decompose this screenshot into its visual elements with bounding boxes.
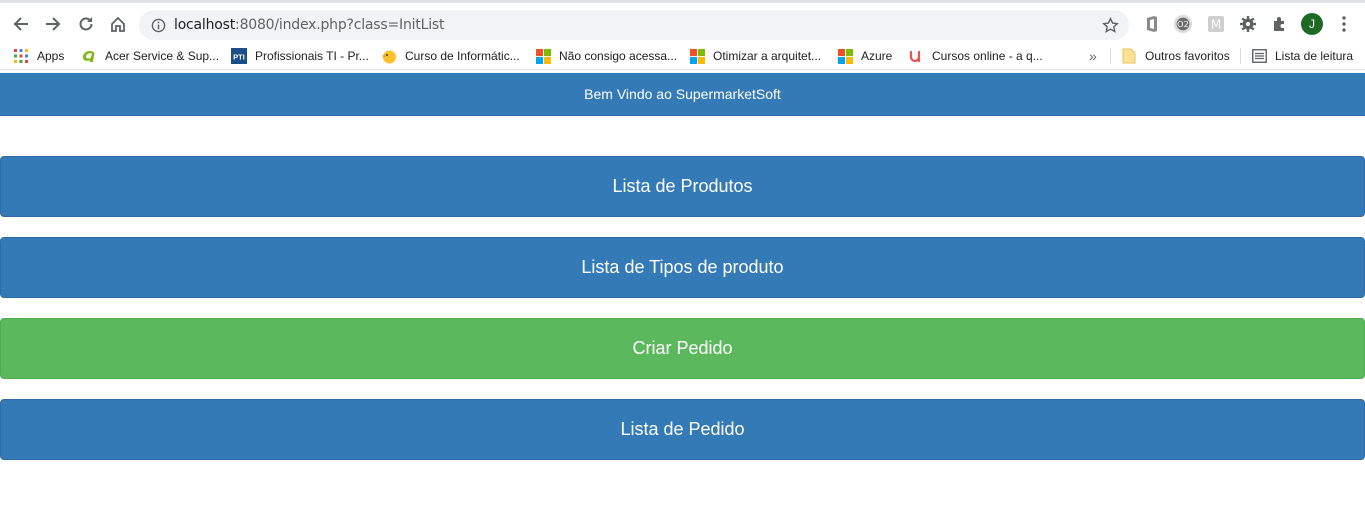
- bookmark-label: Curso de Informátic...: [405, 49, 520, 63]
- bookmark-star-icon[interactable]: [1101, 16, 1119, 34]
- bookmarks-separator: [1110, 48, 1111, 64]
- acer-icon: [81, 48, 97, 64]
- bookmarks-separator: [1240, 48, 1241, 64]
- bookmark-outros-favoritos[interactable]: Outros favoritos: [1121, 46, 1230, 66]
- extensions-puzzle-icon[interactable]: [1270, 14, 1290, 34]
- reading-list-button[interactable]: Lista de leitura: [1251, 46, 1353, 66]
- url-path: :8080/index.php?class=InitList: [235, 17, 445, 33]
- bookmark-otimizar[interactable]: Otimizar a arquitet...: [689, 46, 821, 66]
- svg-text:M: M: [1211, 18, 1221, 32]
- extension-m-icon[interactable]: M: [1206, 14, 1226, 34]
- criar-pedido-button[interactable]: Criar Pedido: [0, 318, 1365, 379]
- bookmark-label: Apps: [37, 49, 65, 63]
- microsoft-icon: [689, 48, 705, 64]
- bookmark-apps[interactable]: Apps: [13, 46, 64, 66]
- udemy-icon: [908, 48, 924, 64]
- back-arrow-icon[interactable]: [8, 11, 34, 37]
- address-bar[interactable]: localhost:8080/index.php?class=InitList: [139, 10, 1129, 40]
- bookmark-label: Outros favoritos: [1145, 49, 1230, 63]
- lista-tipos-produto-button[interactable]: Lista de Tipos de produto: [0, 237, 1365, 298]
- bookmark-cursos-online[interactable]: Cursos online - a q...: [908, 46, 1043, 66]
- profile-avatar[interactable]: J: [1301, 13, 1323, 35]
- reload-icon[interactable]: [73, 11, 99, 37]
- svg-text:O2: O2: [1177, 19, 1189, 29]
- microsoft-icon: [535, 48, 551, 64]
- url-host: localhost: [174, 17, 236, 33]
- bookmarks-bar: Apps Acer Service & Sup... PTI Profissio…: [0, 43, 1365, 70]
- bookmarks-overflow-button[interactable]: »: [1089, 46, 1097, 66]
- url-text: localhost:8080/index.php?class=InitList: [174, 17, 444, 33]
- site-info-icon[interactable]: [150, 17, 166, 33]
- bookmark-label: Otimizar a arquitet...: [713, 49, 822, 63]
- bookmark-curso-informatica[interactable]: Curso de Informátic...: [381, 46, 520, 66]
- navbar-title: Bem Vindo ao SupermarketSoft: [584, 86, 781, 102]
- bookmark-label: Azure: [861, 49, 893, 63]
- folder-icon: [1121, 48, 1137, 64]
- welcome-navbar: Bem Vindo ao SupermarketSoft: [0, 73, 1365, 116]
- browser-toolbar: localhost:8080/index.php?class=InitList …: [0, 0, 1365, 43]
- browser-menu-icon[interactable]: [1335, 14, 1353, 34]
- bookmark-acer[interactable]: Acer Service & Sup...: [81, 46, 219, 66]
- forward-arrow-icon[interactable]: [40, 11, 66, 37]
- bookmark-azure[interactable]: Azure: [837, 46, 892, 66]
- extension-office-icon[interactable]: [1142, 14, 1162, 34]
- lista-pedido-button[interactable]: Lista de Pedido: [0, 399, 1365, 460]
- chick-icon: [381, 48, 397, 64]
- bookmark-nao-consigo[interactable]: Não consigo acessa...: [535, 46, 677, 66]
- lista-produtos-button[interactable]: Lista de Produtos: [0, 156, 1365, 217]
- bookmark-label: Lista de leitura: [1275, 49, 1354, 63]
- bookmark-label: Cursos online - a q...: [932, 49, 1043, 63]
- bookmark-label: Acer Service & Sup...: [105, 49, 220, 63]
- apps-grid-icon: [13, 48, 29, 64]
- bookmark-profissionais-ti[interactable]: PTI Profissionais TI - Pr...: [231, 46, 369, 66]
- home-icon[interactable]: [105, 11, 131, 37]
- extension-o2-icon[interactable]: O2: [1173, 14, 1193, 34]
- reading-list-icon: [1251, 48, 1267, 64]
- microsoft-icon: [837, 48, 853, 64]
- pti-icon: PTI: [231, 48, 247, 64]
- bookmark-label: Profissionais TI - Pr...: [255, 49, 369, 63]
- pti-icon-text: PTI: [233, 53, 245, 62]
- bookmark-label: Não consigo acessa...: [559, 49, 678, 63]
- extension-gear-icon[interactable]: [1238, 14, 1258, 34]
